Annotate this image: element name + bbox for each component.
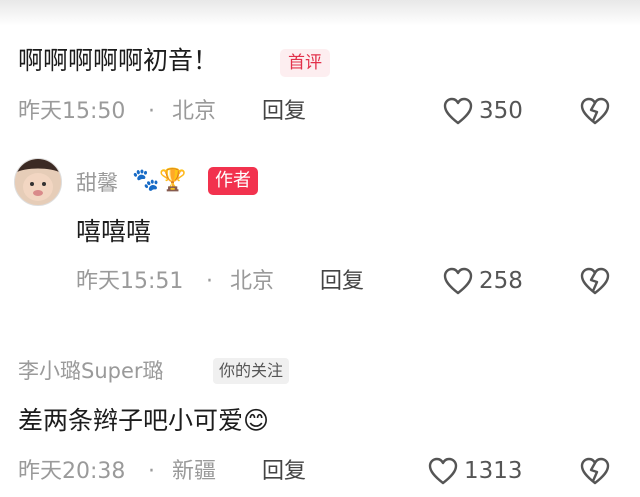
broken-heart-icon [580, 457, 610, 489]
comment-location: 北京 [172, 99, 217, 124]
like-button[interactable]: 258 [443, 267, 523, 295]
dislike-button[interactable] [580, 267, 610, 299]
meta-separator: · [148, 99, 155, 124]
user-emoji-decoration: 🐾🏆 [132, 168, 187, 193]
dislike-button[interactable] [580, 457, 610, 489]
comment-time: 昨天15:51 [76, 269, 184, 294]
broken-heart-icon [580, 267, 610, 299]
like-button[interactable]: 350 [443, 97, 523, 125]
broken-heart-icon [580, 97, 610, 129]
comment-time: 昨天15:50 [18, 99, 126, 124]
like-count: 258 [479, 268, 523, 294]
heart-outline-icon [428, 457, 458, 485]
reply-button[interactable]: 回复 [262, 99, 306, 125]
reply-button[interactable]: 回复 [262, 459, 306, 485]
following-badge: 你的关注 [213, 358, 290, 384]
author-badge: 作者 [208, 167, 258, 195]
heart-outline-icon [443, 97, 473, 125]
first-comment-badge: 首评 [280, 49, 330, 77]
author-username[interactable]: 甜馨 [76, 170, 118, 196]
like-count: 1313 [464, 458, 523, 484]
comment-username[interactable]: 李小璐Super璐 [18, 358, 164, 384]
reply-button[interactable]: 回复 [320, 269, 364, 295]
like-button[interactable]: 1313 [428, 457, 523, 485]
heart-outline-icon [443, 267, 473, 295]
avatar[interactable] [14, 158, 62, 206]
comment-location: 北京 [230, 269, 275, 294]
top-bar [0, 0, 640, 26]
comment-time: 昨天20:38 [18, 459, 126, 484]
meta-separator: · [148, 459, 155, 484]
comment-text: 差两条辫子吧小可爱😊 [18, 406, 270, 435]
like-count: 350 [479, 98, 523, 124]
comment-text: 啊啊啊啊啊初音！ [18, 46, 219, 75]
dislike-button[interactable] [580, 97, 610, 129]
comment-text: 嘻嘻嘻 [76, 217, 152, 246]
comment-location: 新疆 [172, 459, 217, 484]
meta-separator: · [206, 269, 213, 294]
